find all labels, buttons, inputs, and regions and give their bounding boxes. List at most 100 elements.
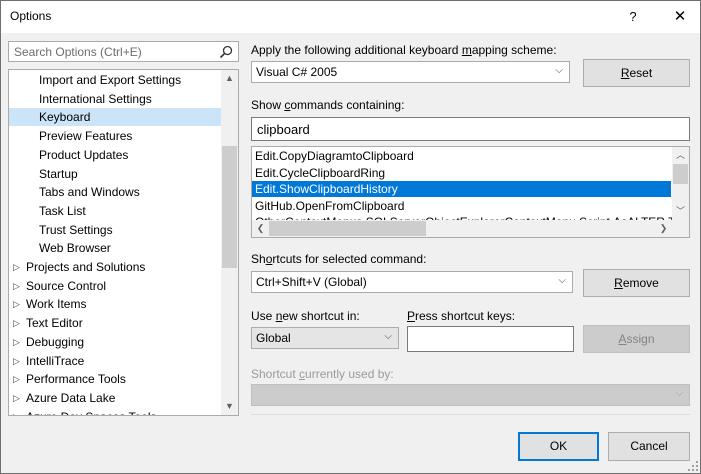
tree-item-label: Text Editor: [26, 316, 83, 331]
press-shortcut-keys-input[interactable]: [407, 326, 574, 352]
close-button[interactable]: ✕: [660, 1, 700, 33]
tree-item-label: Startup: [39, 166, 78, 181]
command-list-item[interactable]: Edit.CopyDiagramtoClipboard: [252, 148, 671, 164]
window-title: Options: [10, 9, 52, 23]
expand-arrow-icon[interactable]: ▷: [13, 277, 20, 295]
tree-item[interactable]: ▷ Azure Dev Spaces Tools: [9, 408, 221, 415]
tree-vertical-scrollbar[interactable]: ▲ ▼: [221, 70, 238, 415]
command-list-item[interactable]: Edit.ShowClipboardHistory: [252, 181, 671, 197]
expand-arrow-icon[interactable]: ▷: [13, 295, 20, 313]
mapping-scheme-label: Apply the following additional keyboard …: [251, 43, 557, 57]
chevron-down-icon: ⌵: [555, 65, 563, 76]
shortcuts-value: Ctrl+Shift+V (Global): [256, 275, 367, 289]
ok-button[interactable]: OK: [518, 432, 599, 461]
tree-item-label: Debugging: [26, 334, 85, 349]
mapping-scheme-dropdown[interactable]: Visual C# 2005 ⌵: [251, 61, 570, 83]
tree-item[interactable]: ▷ Source Control: [9, 277, 221, 295]
scroll-right-icon[interactable]: ❯: [655, 220, 672, 237]
mapping-scheme-value: Visual C# 2005: [256, 65, 338, 79]
tree-item[interactable]: ▷ Projects and Solutions: [9, 258, 221, 276]
search-options-input[interactable]: Search Options (Ctrl+E): [8, 41, 239, 62]
options-dialog: Options ? ✕ Search Options (Ctrl+E) Impo…: [0, 0, 701, 474]
shortcuts-dropdown[interactable]: Ctrl+Shift+V (Global) ⌵: [251, 271, 573, 293]
tree-item[interactable]: ▷ IntelliTrace: [9, 352, 221, 370]
tree-item[interactable]: ▷ Azure Data Lake: [9, 389, 221, 407]
tree-item[interactable]: ▷ Debugging: [9, 333, 221, 351]
commands-vscroll-thumb[interactable]: [673, 164, 688, 184]
commands-vertical-scrollbar[interactable]: ︿ ﹀: [672, 147, 689, 220]
scroll-up-icon[interactable]: ︿: [672, 147, 689, 164]
tree-item[interactable]: Tabs and Windows: [9, 183, 221, 201]
use-new-shortcut-label: Use new shortcut in:: [251, 309, 360, 323]
tree-scroll-thumb[interactable]: [222, 146, 237, 268]
expand-arrow-icon[interactable]: ▷: [13, 314, 20, 332]
cancel-button[interactable]: Cancel: [608, 432, 690, 461]
tree-item-label: Trust Settings: [39, 222, 113, 237]
tree-item-label: Product Updates: [39, 147, 129, 162]
expand-arrow-icon[interactable]: ▷: [13, 370, 20, 388]
scroll-down-icon[interactable]: ▼: [221, 398, 238, 415]
tree-item-label: Azure Dev Spaces Tools: [26, 408, 157, 415]
tree-item-label: Work Items: [26, 297, 87, 312]
tree-item-label: Azure Data Lake: [26, 390, 116, 405]
commands-horizontal-scrollbar[interactable]: ❮ ❯: [252, 220, 689, 237]
shortcut-scope-value: Global: [256, 331, 291, 345]
tree-item-label: Source Control: [26, 278, 107, 293]
tree-item-label: Keyboard: [39, 110, 91, 125]
tree-item-label: Import and Export Settings: [39, 73, 182, 87]
reset-button[interactable]: Reset: [583, 59, 690, 87]
chevron-down-icon: ⌵: [558, 275, 566, 286]
resize-grip-icon[interactable]: [688, 461, 698, 471]
search-icon: [219, 45, 233, 59]
tree-item[interactable]: Preview Features: [9, 127, 221, 145]
expand-arrow-icon[interactable]: ▷: [13, 258, 20, 276]
tree-item[interactable]: Trust Settings: [9, 221, 221, 239]
options-tree[interactable]: Import and Export Settings International …: [8, 69, 239, 416]
tree-item-label: IntelliTrace: [26, 353, 85, 368]
scroll-down-icon[interactable]: ﹀: [672, 203, 689, 220]
press-shortcut-keys-label: Press shortcut keys:: [407, 309, 516, 323]
commands-list[interactable]: Edit.CopyDiagramtoClipboard Edit.CycleCli…: [251, 146, 690, 238]
search-placeholder: Search Options (Ctrl+E): [14, 45, 142, 59]
help-button[interactable]: ?: [613, 1, 653, 33]
show-commands-label: Show commands containing:: [251, 98, 405, 112]
commands-filter-input[interactable]: clipboard: [251, 117, 690, 141]
tree-item-label: Projects and Solutions: [26, 260, 146, 274]
tree-item-label: Preview Features: [39, 129, 133, 144]
shortcut-used-by-label: Shortcut currently used by:: [251, 367, 394, 381]
scroll-up-icon[interactable]: ▲: [221, 70, 238, 87]
tree-item[interactable]: Keyboard: [9, 108, 221, 127]
chevron-down-icon: ⌵: [675, 388, 683, 399]
shortcut-used-by-dropdown[interactable]: ⌵: [251, 384, 690, 406]
scroll-left-icon[interactable]: ❮: [252, 220, 269, 237]
separator: [251, 414, 690, 415]
title-bar: Options ? ✕: [1, 1, 700, 33]
expand-arrow-icon[interactable]: ▷: [13, 352, 20, 370]
tree-item-label: Task List: [39, 203, 86, 218]
tree-item[interactable]: Web Browser: [9, 239, 221, 257]
command-list-item[interactable]: Edit.CycleClipboardRing: [252, 165, 671, 181]
expand-arrow-icon[interactable]: ▷: [13, 408, 20, 415]
shortcut-scope-dropdown[interactable]: Global ⌵: [251, 327, 399, 349]
remove-button[interactable]: Remove: [583, 269, 690, 297]
tree-item-label: Tabs and Windows: [39, 185, 140, 200]
commands-hscroll-thumb[interactable]: [269, 221, 426, 236]
tree-item[interactable]: Startup: [9, 165, 221, 183]
tree-item[interactable]: ▷ Work Items: [9, 295, 221, 313]
commands-filter-value: clipboard: [257, 122, 310, 137]
tree-item[interactable]: ▷ Performance Tools: [9, 370, 221, 388]
command-list-item[interactable]: GitHub.OpenFromClipboard: [252, 198, 671, 214]
tree-item[interactable]: Task List: [9, 202, 221, 220]
assign-button[interactable]: Assign: [583, 325, 690, 353]
tree-item[interactable]: Product Updates: [9, 146, 221, 164]
chevron-down-icon: ⌵: [384, 331, 392, 342]
tree-item[interactable]: International Settings: [9, 90, 221, 108]
tree-item-label: Performance Tools: [26, 372, 126, 387]
tree-item-label: International Settings: [39, 91, 152, 106]
expand-arrow-icon[interactable]: ▷: [13, 333, 20, 351]
tree-item[interactable]: ▷ Text Editor: [9, 314, 221, 332]
expand-arrow-icon[interactable]: ▷: [13, 389, 20, 407]
tree-item[interactable]: Import and Export Settings: [9, 71, 221, 89]
tree-item-label: Web Browser: [39, 241, 111, 256]
shortcuts-label: Shortcuts for selected command:: [251, 252, 427, 266]
